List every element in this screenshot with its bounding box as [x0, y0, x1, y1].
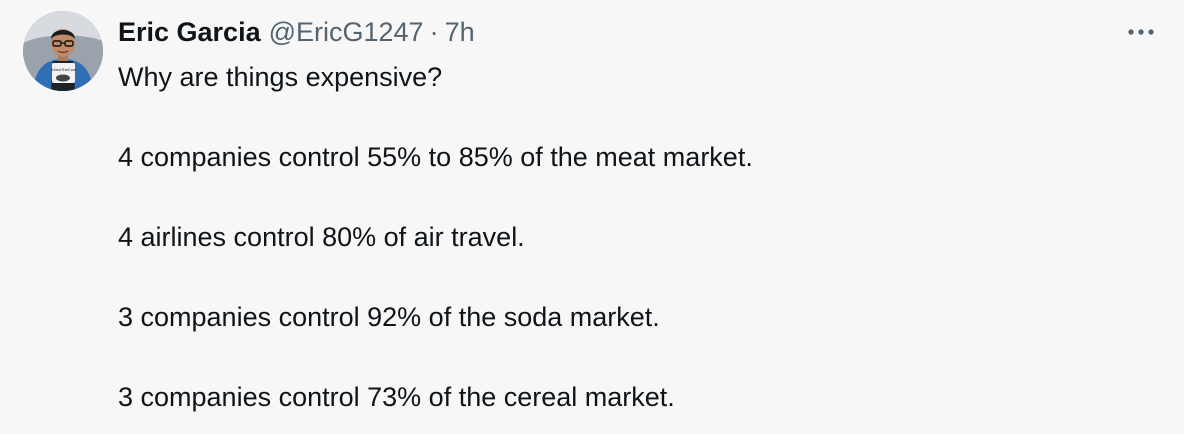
tweet-line: 4 companies control 55% to 85% of the me… [118, 142, 753, 172]
avatar-photo: #JamTheCow [23, 11, 103, 91]
handle[interactable]: @EricG1247 [269, 17, 424, 48]
tweet-line: 3 companies control 92% of the soda mark… [118, 302, 660, 332]
tweet-header: Eric Garcia @EricG1247 · 7h [118, 14, 475, 50]
tweet-text: Why are things expensive? 4 companies co… [118, 58, 1148, 417]
timestamp[interactable]: 7h [445, 17, 475, 48]
separator-dot: · [429, 16, 439, 47]
tweet-line: 3 companies control 73% of the cereal ma… [118, 382, 675, 412]
avatar[interactable]: #JamTheCow [23, 11, 103, 91]
tweet-line: 4 airlines control 80% of air travel. [118, 222, 525, 252]
tweet-line: Why are things expensive? [118, 62, 443, 92]
avatar-shirt-text: #JamTheCow [51, 67, 76, 72]
more-horizontal-icon [1128, 29, 1154, 35]
tweet-card: #JamTheCow Eric Garcia @EricG1247 · 7h W… [0, 0, 1184, 434]
display-name[interactable]: Eric Garcia [118, 17, 261, 48]
more-button[interactable] [1124, 20, 1158, 44]
